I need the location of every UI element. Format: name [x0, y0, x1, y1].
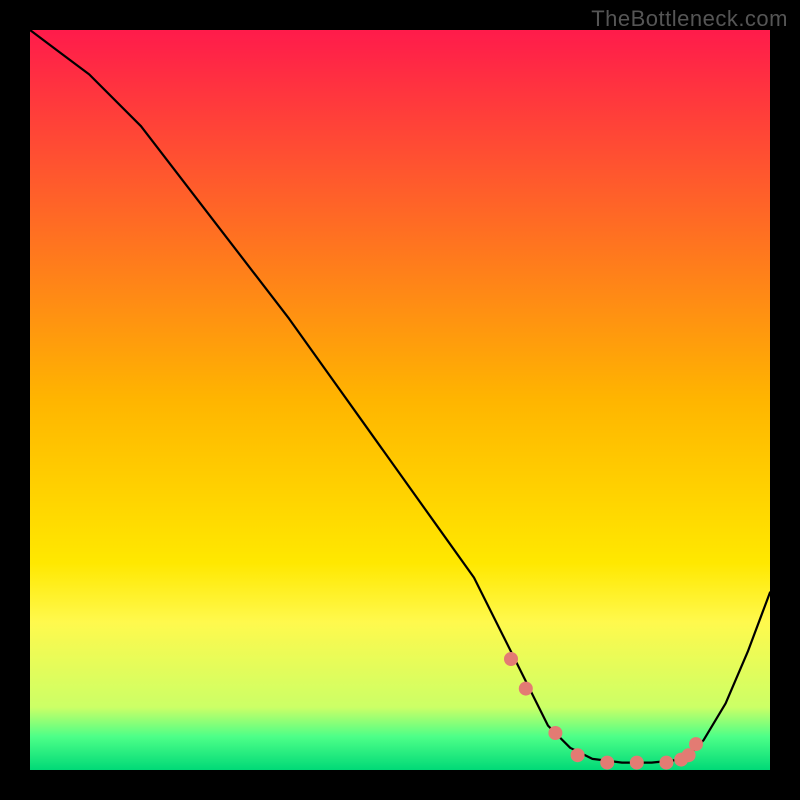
marker-dot — [571, 748, 585, 762]
plot-area — [30, 30, 770, 770]
marker-dot — [548, 726, 562, 740]
chart-frame: TheBottleneck.com — [0, 0, 800, 800]
marker-dot — [504, 652, 518, 666]
marker-dot — [630, 756, 644, 770]
marker-dot — [689, 737, 703, 751]
bottleneck-chart — [30, 30, 770, 770]
marker-dot — [659, 756, 673, 770]
gradient-background — [30, 30, 770, 770]
watermark-text: TheBottleneck.com — [591, 6, 788, 32]
marker-dot — [519, 682, 533, 696]
marker-dot — [600, 756, 614, 770]
